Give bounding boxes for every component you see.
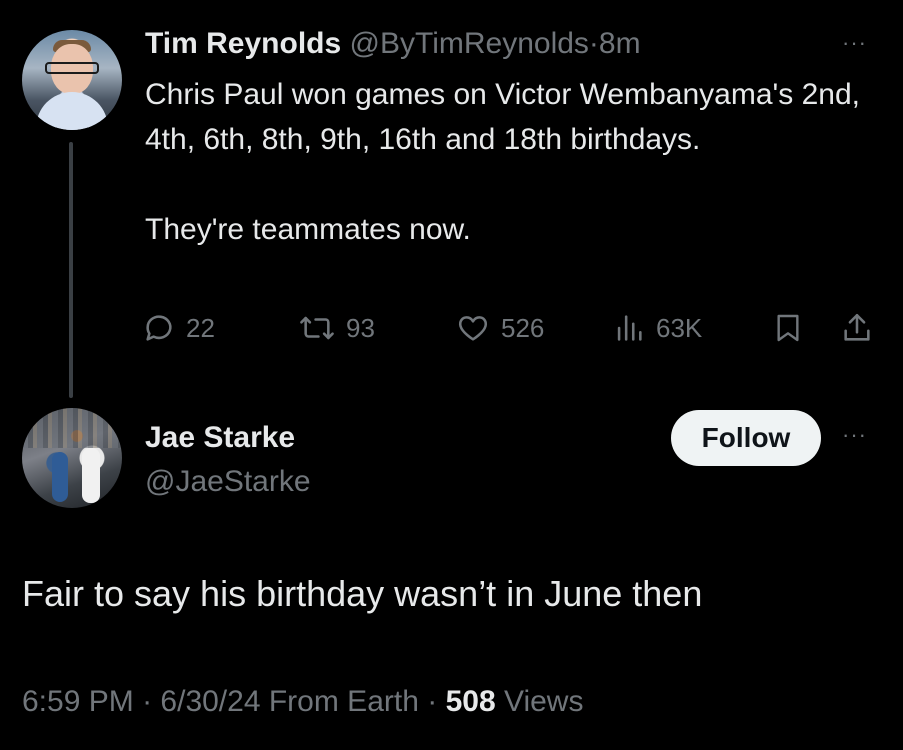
post-time[interactable]: 6:59 PM [22, 685, 134, 718]
separator-dot: · [427, 685, 438, 718]
tweet2-meta: 6:59 PM · 6/30/24 From Earth · 508 Views [22, 682, 583, 722]
follow-button[interactable]: Follow [671, 410, 821, 466]
repost-count: 93 [346, 312, 375, 343]
like-button[interactable]: 526 [455, 308, 544, 348]
views-label[interactable]: Views [504, 685, 583, 718]
author-handle[interactable]: @JaeStarke [145, 464, 311, 500]
post-date[interactable]: 6/30/24 [160, 685, 260, 718]
repost-icon [298, 311, 336, 345]
separator-dot: · [142, 685, 153, 718]
author-name[interactable]: Tim Reynolds [145, 27, 341, 60]
tweet1-header: Tim Reynolds @ByTimReynolds·8m [145, 26, 641, 62]
bookmark-button[interactable] [772, 308, 804, 348]
bookmark-icon [772, 311, 804, 345]
author-name[interactable]: Jae Starke [145, 420, 295, 456]
reply-icon [142, 311, 176, 345]
views-number[interactable]: 508 [446, 685, 496, 718]
share-button[interactable] [840, 308, 874, 348]
tweet2-text: Fair to say his birthday wasn’t in June … [22, 573, 703, 614]
avatar-crowd [22, 408, 122, 448]
avatar-glasses [45, 62, 99, 74]
avatar-player-blue [52, 452, 68, 502]
thread-line [69, 142, 73, 398]
repost-button[interactable]: 93 [298, 308, 375, 348]
avatar-shirt [36, 92, 108, 130]
like-count: 526 [501, 312, 545, 343]
author-handle[interactable]: @ByTimReynolds [350, 27, 589, 60]
views-count: 63K [656, 312, 703, 343]
views-button[interactable]: 63K [612, 308, 702, 348]
reply-count: 22 [186, 312, 215, 343]
timestamp[interactable]: 8m [599, 27, 641, 60]
more-options-icon[interactable]: ··· [842, 32, 867, 54]
views-icon [612, 311, 646, 345]
tweet1-paragraph-1: Chris Paul won games on Victor Wembanyam… [145, 78, 860, 156]
tweet1-text: Chris Paul won games on Victor Wembanyam… [145, 72, 875, 252]
avatar-tim-reynolds[interactable] [22, 30, 122, 130]
like-icon [455, 311, 491, 345]
reply-button[interactable]: 22 [142, 308, 215, 348]
tweet1-paragraph-2: They're teammates now. [145, 213, 471, 246]
separator-dot: · [588, 27, 599, 60]
more-options-icon[interactable]: ··· [842, 424, 867, 446]
share-icon [840, 311, 874, 345]
avatar-player-white [82, 448, 100, 503]
avatar-jae-starke[interactable] [22, 408, 122, 508]
post-source: From Earth [268, 685, 419, 718]
